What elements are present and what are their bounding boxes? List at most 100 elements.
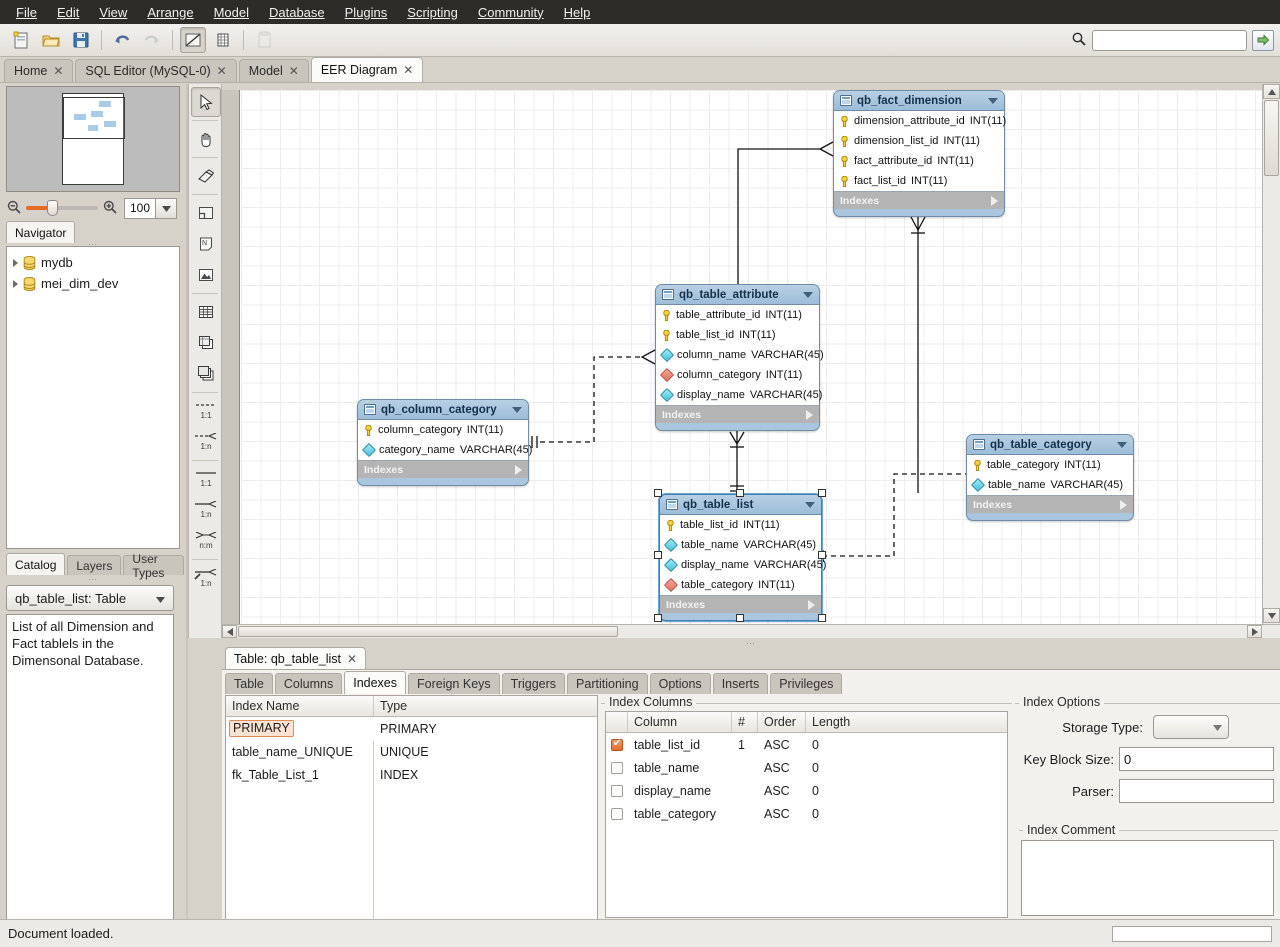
index-column-name[interactable]: table_category xyxy=(628,802,732,825)
chevron-right-icon[interactable] xyxy=(991,196,998,206)
table-column-row[interactable]: table_list_id INT(11) xyxy=(656,325,819,345)
table-row[interactable]: fk_Table_List_1 INDEX xyxy=(226,763,597,786)
expander-triangle-icon[interactable] xyxy=(13,259,18,267)
note-tool[interactable]: N xyxy=(191,229,221,259)
description-text[interactable]: List of all Dimension and Fact tablels i… xyxy=(6,614,174,947)
table-indexes-section[interactable]: Indexes xyxy=(358,461,528,478)
tab-inserts[interactable]: Inserts xyxy=(713,673,769,694)
selection-handle[interactable] xyxy=(654,489,662,497)
tab-indexes[interactable]: Indexes xyxy=(344,671,406,694)
selection-handle[interactable] xyxy=(736,614,744,622)
pointer-tool[interactable] xyxy=(191,87,221,117)
chevron-down-icon[interactable] xyxy=(512,407,522,413)
index-column-order-number[interactable]: 1 xyxy=(732,733,758,756)
index-column-sort-order[interactable]: ASC xyxy=(758,802,806,825)
table-column-row[interactable]: category_name VARCHAR(45) xyxy=(358,440,528,460)
index-column-order-number[interactable] xyxy=(732,779,758,802)
table-column-row[interactable]: table_category INT(11) xyxy=(660,575,821,595)
index-column-order-number[interactable] xyxy=(732,756,758,779)
editor-tab-table-qb-table-list[interactable]: Table: qb_table_list ✕ xyxy=(225,647,366,669)
index-column-length[interactable]: 0 xyxy=(806,756,1007,779)
tab-columns[interactable]: Columns xyxy=(275,673,342,694)
menu-item-database[interactable]: Database xyxy=(259,2,335,23)
horizontal-scroll-thumb[interactable] xyxy=(238,626,618,637)
table-column-row[interactable]: fact_list_id INT(11) xyxy=(834,171,1004,191)
selection-handle[interactable] xyxy=(818,614,826,622)
table-title-bar[interactable]: qb_column_category xyxy=(358,400,528,419)
relationship-1-n-nonidentifying-tool[interactable]: 1:n xyxy=(191,427,221,457)
navigator-viewport[interactable] xyxy=(63,97,125,139)
table-row[interactable]: table_name ASC 0 xyxy=(606,756,1007,779)
index-columns-grid[interactable]: Column # Order Length table_list_id 1 AS… xyxy=(605,711,1008,918)
table-indexes-section[interactable]: Indexes xyxy=(656,406,819,423)
table-tool[interactable] xyxy=(191,297,221,327)
index-column-name[interactable]: display_name xyxy=(628,779,732,802)
table-column-row[interactable]: display_name VARCHAR(45) xyxy=(656,385,819,405)
selection-handle[interactable] xyxy=(654,551,662,559)
vertical-scroll-thumb[interactable] xyxy=(1264,100,1279,176)
table-column-row[interactable]: table_category INT(11) xyxy=(967,455,1133,475)
table-column-row[interactable]: column_category INT(11) xyxy=(358,420,528,440)
table-column-row[interactable]: dimension_list_id INT(11) xyxy=(834,131,1004,151)
table-column-row[interactable]: table_attribute_id INT(11) xyxy=(656,305,819,325)
scroll-right-icon[interactable] xyxy=(1247,625,1262,638)
table-row[interactable]: display_name ASC 0 xyxy=(606,779,1007,802)
parser-input[interactable] xyxy=(1119,779,1274,803)
scroll-up-icon[interactable] xyxy=(1263,84,1280,99)
selection-handle[interactable] xyxy=(736,489,744,497)
scroll-left-icon[interactable] xyxy=(222,625,237,638)
tab-table[interactable]: Table xyxy=(225,673,273,694)
menu-item-file[interactable]: File xyxy=(6,2,47,23)
menu-item-community[interactable]: Community xyxy=(468,2,554,23)
storage-type-select[interactable] xyxy=(1153,715,1229,739)
canvas-vertical-scrollbar[interactable] xyxy=(1262,84,1280,638)
tab-options[interactable]: Options xyxy=(650,673,711,694)
index-column-name[interactable]: table_list_id xyxy=(628,733,732,756)
tab-catalog[interactable]: Catalog xyxy=(6,553,65,575)
chevron-right-icon[interactable] xyxy=(806,410,813,420)
close-icon[interactable]: ✕ xyxy=(347,652,357,666)
key-block-size-input[interactable] xyxy=(1119,747,1274,771)
index-column-length[interactable]: 0 xyxy=(806,779,1007,802)
selection-handle[interactable] xyxy=(654,614,662,622)
new-model-icon[interactable] xyxy=(8,27,34,53)
close-icon[interactable]: ✕ xyxy=(217,64,227,78)
table-row[interactable]: table_category ASC 0 xyxy=(606,802,1007,825)
chevron-down-icon[interactable] xyxy=(988,98,998,104)
table-row[interactable]: PRIMARY PRIMARY xyxy=(226,717,597,740)
chevron-down-icon[interactable] xyxy=(805,502,815,508)
chevron-down-icon[interactable] xyxy=(803,292,813,298)
index-column-checkbox[interactable] xyxy=(611,785,623,797)
column-header-column[interactable]: Column xyxy=(628,712,732,732)
column-header-index-name[interactable]: Index Name xyxy=(226,696,374,716)
save-model-icon[interactable] xyxy=(68,27,94,53)
toggle-grid-icon[interactable] xyxy=(180,27,206,53)
tab-privileges[interactable]: Privileges xyxy=(770,673,842,694)
scroll-down-icon[interactable] xyxy=(1263,608,1280,623)
table-column-row[interactable]: dimension_attribute_id INT(11) xyxy=(834,111,1004,131)
tab-sql-editor[interactable]: SQL Editor (MySQL-0) ✕ xyxy=(75,59,236,82)
tab-partitioning[interactable]: Partitioning xyxy=(567,673,648,694)
menu-item-arrange[interactable]: Arrange xyxy=(137,2,203,23)
relationship-1-1-identifying-tool[interactable]: 1:1 xyxy=(191,464,221,494)
chevron-right-icon[interactable] xyxy=(1120,500,1127,510)
index-type-value[interactable]: INDEX xyxy=(374,763,597,786)
menu-item-edit[interactable]: Edit xyxy=(47,2,89,23)
index-column-checkbox[interactable] xyxy=(611,762,623,774)
view-tool[interactable] xyxy=(191,328,221,358)
column-header-order[interactable]: Order xyxy=(758,712,806,732)
close-icon[interactable]: ✕ xyxy=(53,64,63,78)
table-indexes-section[interactable]: Indexes xyxy=(660,596,821,613)
hand-tool[interactable] xyxy=(191,124,221,154)
index-column-checkbox[interactable] xyxy=(611,739,623,751)
table-title-bar[interactable]: qb_table_list xyxy=(660,495,821,514)
tab-triggers[interactable]: Triggers xyxy=(502,673,565,694)
search-input[interactable] xyxy=(1092,30,1247,51)
index-list-grid[interactable]: Index Name Type PRIMARY PRIMARY table_na… xyxy=(225,695,598,920)
chevron-down-icon[interactable] xyxy=(1117,442,1127,448)
index-type-value[interactable]: UNIQUE xyxy=(374,740,597,763)
eer-diagram-canvas[interactable]: qb_fact_dimension dimension_attribute_id… xyxy=(222,84,1280,638)
relationship-pick-tool[interactable]: 1:n xyxy=(191,563,221,593)
zoom-slider-thumb[interactable] xyxy=(47,200,58,216)
open-model-icon[interactable] xyxy=(38,27,64,53)
